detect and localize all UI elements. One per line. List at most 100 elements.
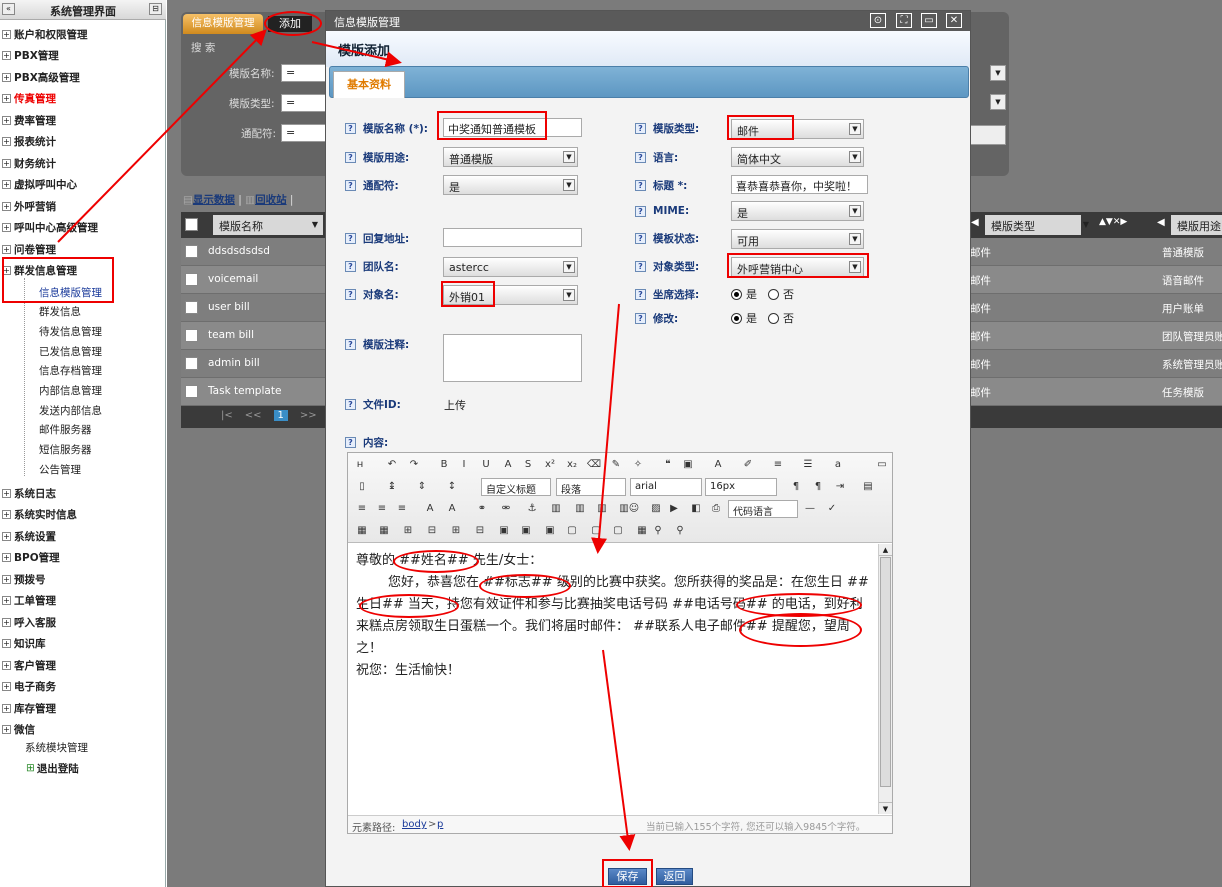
paste-icon[interactable]: ▣ xyxy=(680,457,696,473)
expand-icon[interactable]: + xyxy=(2,488,11,498)
font-size-select[interactable]: 16px xyxy=(705,478,777,496)
expand-icon[interactable]: + xyxy=(2,51,11,60)
image-left-icon[interactable]: ▥ xyxy=(548,501,564,517)
hr-icon[interactable]: — xyxy=(802,501,818,517)
image-right-icon[interactable]: ▥ xyxy=(594,501,610,517)
sidebar-item[interactable]: + 电子商务 xyxy=(2,677,56,697)
expand-icon[interactable]: + xyxy=(2,180,11,189)
path-body-link[interactable]: body xyxy=(402,819,427,830)
unlink-icon[interactable]: ⚮ xyxy=(498,501,514,517)
seat-yes-radio[interactable]: 是 xyxy=(731,286,757,302)
merge-down-icon[interactable]: ▣ xyxy=(542,523,558,539)
wildcard-select[interactable]: 是 ▼ xyxy=(443,175,578,195)
row-checkbox[interactable] xyxy=(185,273,198,286)
sidebar-item[interactable]: + 虚拟呼叫中心 xyxy=(2,175,77,195)
sidebar-item[interactable]: + 预拨号 xyxy=(2,569,46,589)
split-cols-icon[interactable]: ▢ xyxy=(610,523,626,539)
sidebar-sub-item[interactable]: 信息存档管理 xyxy=(39,361,102,381)
search-field-name-op[interactable]: = xyxy=(281,64,326,82)
sidebar-sub-item[interactable]: 公告管理 xyxy=(39,459,81,479)
pager-next[interactable]: >> xyxy=(300,410,317,421)
seat-no-radio[interactable]: 否 xyxy=(768,286,794,302)
row-checkbox[interactable] xyxy=(185,301,198,314)
table-props-icon[interactable]: ▦ xyxy=(634,523,650,539)
dropdown-arrow-icon[interactable]: ▼ xyxy=(990,94,1006,110)
team-select[interactable]: astercc ▼ xyxy=(443,257,578,277)
sidebar-item-module-mgmt[interactable]: 系统模块管理 xyxy=(25,737,88,757)
underline-icon[interactable]: U xyxy=(478,457,494,473)
nav-left-icon[interactable]: ◀ xyxy=(1157,217,1165,228)
attach-icon[interactable]: ⎙ xyxy=(708,501,724,517)
italic-icon[interactable]: I xyxy=(456,457,472,473)
sidebar-item[interactable]: + 传真管理 xyxy=(2,89,56,109)
expand-icon[interactable]: + xyxy=(2,660,11,670)
editor-scrollbar[interactable]: ▲ ▼ xyxy=(878,544,892,814)
sort-icon[interactable]: ▼ xyxy=(1079,215,1093,235)
emotion-icon[interactable]: ☺ xyxy=(626,501,642,517)
sidebar-sub-item[interactable]: 内部信息管理 xyxy=(39,381,102,401)
expand-icon[interactable]: + xyxy=(2,617,11,627)
justify-icon[interactable]: ▤ xyxy=(860,479,876,495)
sidebar-item[interactable]: + 系统日志 xyxy=(2,483,56,503)
anchor-icon[interactable]: ⚓ xyxy=(524,501,540,517)
sidebar-sub-item[interactable]: 群发信息 xyxy=(39,302,81,322)
row-checkbox[interactable] xyxy=(185,357,198,370)
template-status-select[interactable]: 可用 ▼ xyxy=(731,229,864,249)
scroll-up-icon[interactable]: ▲ xyxy=(879,544,892,556)
insert-col-icon[interactable]: ⊞ xyxy=(448,523,464,539)
sidebar-item[interactable]: + 系统实时信息 xyxy=(2,505,77,525)
merge-right-icon[interactable]: ▣ xyxy=(518,523,534,539)
select-all-icon[interactable]: a xyxy=(830,457,846,473)
border-icon[interactable]: A xyxy=(500,457,516,473)
edit-yes-radio[interactable]: 是 xyxy=(731,310,757,326)
expand-icon[interactable]: + xyxy=(2,682,11,691)
expand-icon[interactable]: + xyxy=(2,115,11,125)
sidebar-item[interactable]: + 客户管理 xyxy=(2,655,56,675)
nav-left-icon[interactable]: ◀ xyxy=(971,217,979,228)
expand-icon[interactable]: + xyxy=(2,703,11,713)
tab-basic-info[interactable]: 基本资料 xyxy=(333,71,405,98)
scroll-down-icon[interactable]: ▼ xyxy=(879,802,892,814)
wand-icon[interactable]: ✧ xyxy=(630,457,646,473)
scroll-thumb[interactable] xyxy=(880,557,891,787)
sort-icon[interactable]: ▼ xyxy=(307,215,323,235)
table-icon[interactable]: ▦ xyxy=(354,523,370,539)
preview-icon[interactable]: ▭ xyxy=(874,457,890,473)
logout-item[interactable]: ⊞ 退出登陆 xyxy=(26,758,79,778)
template-use-select[interactable]: 普通模版 ▼ xyxy=(443,147,578,167)
subject-input[interactable]: 喜恭喜恭喜你，中奖啦！ xyxy=(731,175,868,194)
search-field-type-op[interactable]: = xyxy=(281,94,326,112)
expand-icon[interactable]: + xyxy=(2,158,11,168)
sidebar-sub-item[interactable]: 发送内部信息 xyxy=(39,400,102,420)
sidebar-item[interactable]: + 账户和权限管理 xyxy=(2,24,88,44)
path-p-link[interactable]: p xyxy=(437,819,443,830)
undo-icon[interactable]: ↶ xyxy=(384,457,400,473)
highlight-icon[interactable]: ✐ xyxy=(740,457,756,473)
split-icon[interactable]: ▢ xyxy=(564,523,580,539)
heading-select[interactable]: 自定义标题 xyxy=(481,478,551,496)
ordered-list-icon[interactable]: ≡ xyxy=(770,457,786,473)
html-icon[interactable]: ʜ xyxy=(352,457,368,473)
pager-prev[interactable]: << xyxy=(245,410,262,421)
expand-icon[interactable]: + xyxy=(2,94,11,103)
col-template-type[interactable]: 模版类型 xyxy=(985,215,1081,235)
sidebar-item[interactable]: + 库存管理 xyxy=(2,698,56,718)
col-template-use[interactable]: 模版用途 xyxy=(1171,215,1222,235)
expand-icon[interactable]: + xyxy=(2,29,11,39)
search-field-wildcard-op[interactable]: = xyxy=(281,124,326,142)
pin-icon[interactable]: ⊟ xyxy=(149,3,162,15)
line-height-icon[interactable]: ↕ xyxy=(444,479,460,495)
maximize-icon[interactable]: ⛶ xyxy=(896,13,912,28)
row-spacing-icon[interactable]: ↨ xyxy=(384,479,400,495)
column-tools-icon[interactable]: ▲▼✕▶ xyxy=(1099,217,1127,227)
font-up-icon[interactable]: A xyxy=(422,501,438,517)
subscript-icon[interactable]: x₂ xyxy=(564,457,580,473)
reply-address-input[interactable] xyxy=(443,228,582,247)
merge-cells-icon[interactable]: ▣ xyxy=(496,523,512,539)
sidebar-item[interactable]: + PBX管理 xyxy=(2,46,59,66)
upload-link[interactable]: 上传 xyxy=(444,397,466,413)
delete-table-icon[interactable]: ▦ xyxy=(376,523,392,539)
expand-icon[interactable]: + xyxy=(2,725,11,734)
bold-icon[interactable]: B xyxy=(436,457,452,473)
tab-template-mgmt[interactable]: 信息模版管理 xyxy=(183,14,263,34)
